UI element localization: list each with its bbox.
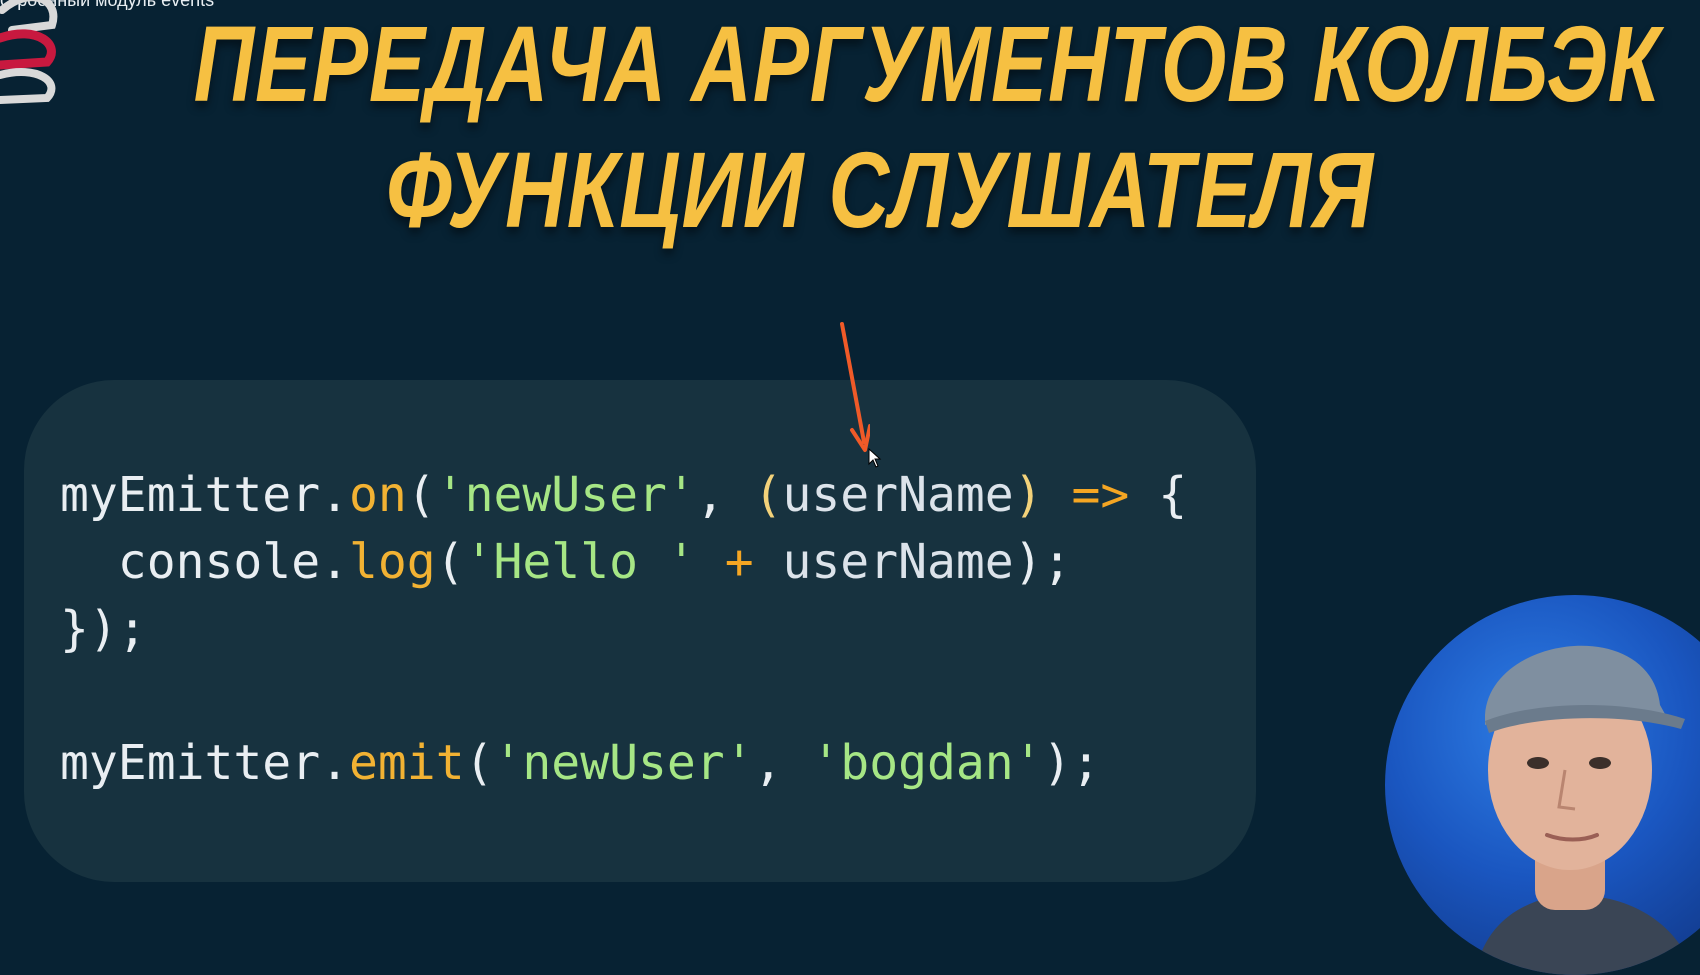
presenter-webcam	[1385, 595, 1700, 975]
token-open-paren: (	[406, 467, 436, 523]
code-line-5: myEmitter.emit('newUser', 'bogdan');	[60, 730, 1187, 797]
token-dot: .	[320, 534, 349, 590]
token-param-open: (	[753, 467, 783, 523]
code-block: myEmitter.on('newUser', (userName) => { …	[60, 462, 1187, 797]
red-arrow-annotation	[840, 322, 870, 452]
presenter-portrait	[1475, 645, 1695, 975]
token-dot: .	[320, 735, 349, 791]
token-dot: .	[320, 467, 349, 523]
token-method: on	[349, 467, 407, 523]
token-close: );	[1042, 735, 1101, 791]
token-close: );	[1013, 534, 1072, 590]
slide-title-line1: ПЕРЕДАЧА АРГУМЕНТОВ КОЛБЭК	[193, 3, 1661, 124]
mouse-cursor-icon	[868, 448, 882, 468]
code-line-4-empty	[60, 663, 1187, 730]
code-line-2: console.log('Hello ' + userName);	[60, 529, 1187, 596]
token-object: myEmitter	[60, 735, 321, 791]
token-param-close: )	[1013, 467, 1043, 523]
token-plus: +	[695, 534, 783, 590]
token-object: console	[117, 534, 321, 590]
slide-title-line2: ФУНКЦИИ СЛУШАТЕЛЯ	[386, 129, 1374, 250]
token-event-string: 'newUser'	[435, 467, 696, 523]
token-event-string: 'newUser'	[493, 735, 754, 791]
token-open-paren: (	[435, 534, 465, 590]
token-close-block: });	[60, 601, 147, 657]
token-argument-string: 'bogdan'	[811, 735, 1043, 791]
token-method: emit	[349, 735, 465, 791]
code-line-3: });	[60, 596, 1187, 663]
token-variable: userName	[782, 534, 1014, 590]
token-string: 'Hello '	[464, 534, 696, 590]
token-comma: ,	[753, 735, 812, 791]
token-object: myEmitter	[60, 467, 321, 523]
token-arrow: =>	[1071, 467, 1130, 523]
token-open-paren: (	[464, 735, 494, 791]
token-param: userName	[782, 467, 1014, 523]
token-brace: {	[1129, 467, 1188, 523]
token-method: log	[349, 534, 436, 590]
brand-logo-icon	[0, 0, 58, 104]
code-line-1: myEmitter.on('newUser', (userName) => {	[60, 462, 1187, 529]
token-comma: ,	[695, 467, 754, 523]
